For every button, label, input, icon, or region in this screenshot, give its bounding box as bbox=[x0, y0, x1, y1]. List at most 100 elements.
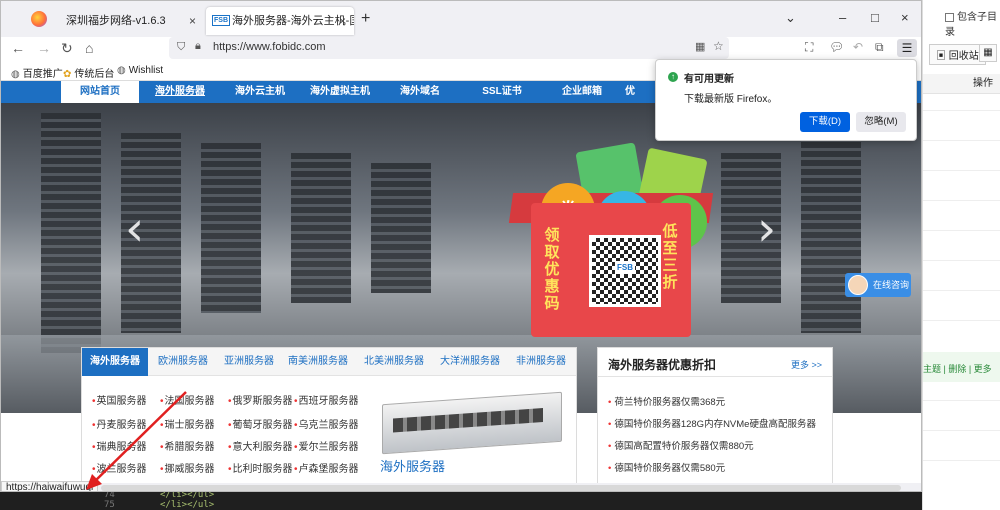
server-link[interactable]: 瑞士服务器 bbox=[160, 416, 215, 431]
tab-bar: 深圳福步网络-v1.6.3 × FSB 海外服务器-海外云主机-国外VPS × … bbox=[1, 1, 921, 37]
app-menu-icon[interactable]: ☰ bbox=[897, 39, 917, 57]
tab-africa-servers[interactable]: 非洲服务器 bbox=[516, 348, 566, 376]
ignore-update-button[interactable]: 忽略(M) bbox=[856, 112, 906, 132]
lock-icon[interactable]: 🔒︎ bbox=[195, 40, 201, 53]
agent-avatar bbox=[848, 275, 868, 295]
prev-slide-arrow-icon[interactable]: ‹ bbox=[125, 201, 144, 257]
server-link[interactable]: 比利时服务器 bbox=[228, 460, 293, 475]
server-link[interactable]: 丹麦服务器 bbox=[92, 416, 147, 431]
nav-domains[interactable]: 海外域名 bbox=[381, 81, 459, 103]
next-slide-arrow-icon[interactable]: › bbox=[757, 201, 776, 257]
nav-ssl[interactable]: SSL证书 bbox=[463, 81, 541, 103]
tab-title: 海外服务器-海外云主机-国外VPS bbox=[232, 15, 354, 27]
recycle-bin-button[interactable]: ▣ 回收站 bbox=[929, 44, 986, 65]
nav-promo[interactable]: 优 bbox=[615, 81, 645, 103]
update-arrow-icon: ↑ bbox=[668, 72, 678, 82]
rack-server-image bbox=[382, 391, 562, 455]
minimize-button[interactable]: – bbox=[839, 10, 846, 25]
server-link[interactable]: 俄罗斯服务器 bbox=[228, 392, 293, 407]
server-rack bbox=[291, 153, 351, 303]
home-icon[interactable]: ⌂ bbox=[85, 40, 93, 56]
horizontal-scrollbar[interactable] bbox=[101, 485, 901, 491]
promo-item[interactable]: 荷兰特价服务器仅需368元 bbox=[608, 394, 725, 408]
row-divider bbox=[923, 110, 1000, 111]
nav-home[interactable]: 网站首页 bbox=[61, 81, 139, 103]
list-tabs-chevron-icon[interactable]: ⌄ bbox=[785, 10, 796, 26]
bookmark-star-icon[interactable]: ☆ bbox=[713, 39, 724, 53]
grid-view-icon[interactable]: ▦ bbox=[979, 44, 997, 62]
server-link[interactable]: 葡萄牙服务器 bbox=[228, 416, 293, 431]
server-region-panel: 海外服务器 欧洲服务器 亚洲服务器 南美洲服务器 北美洲服务器 大洋洲服务器 非… bbox=[81, 347, 577, 487]
row-divider bbox=[923, 460, 1000, 461]
bookmark-wishlist[interactable]: ◍ Wishlist bbox=[117, 65, 163, 76]
line-number: 75 bbox=[104, 500, 115, 510]
promo-item[interactable]: 德国特价服务器仅需580元 bbox=[608, 460, 725, 474]
tab-south-america-servers[interactable]: 南美洲服务器 bbox=[288, 348, 348, 376]
promo-item[interactable]: 德国高配置特价服务器仅需880元 bbox=[608, 438, 753, 452]
nav-overseas-servers[interactable]: 海外服务器 bbox=[141, 81, 219, 103]
server-link[interactable]: 英国服务器 bbox=[92, 392, 147, 407]
tracking-shield-icon[interactable]: ⛉ bbox=[177, 41, 185, 54]
reload-icon[interactable]: ↻ bbox=[61, 40, 73, 57]
tab-shenzhen-fubu[interactable]: 深圳福步网络-v1.6.3 × bbox=[56, 7, 204, 35]
navigation-toolbar: ← → ↻ ⌂ ⛉ 🔒︎ https://www.fobidc.com ▦ ☆ … bbox=[1, 37, 921, 61]
row-divider bbox=[923, 140, 1000, 141]
bookmark-baidu[interactable]: ◍ 百度推广 bbox=[11, 65, 63, 80]
promo-more-link[interactable]: 更多 >> bbox=[791, 358, 822, 371]
server-link[interactable]: 乌克兰服务器 bbox=[294, 416, 359, 431]
link-status-url: https://haiwaifuwuqi bbox=[1, 481, 99, 491]
popup-title: 有可用更新 bbox=[684, 74, 734, 85]
close-tab-icon[interactable]: × bbox=[339, 7, 346, 35]
tab-active-fobidc[interactable]: FSB 海外服务器-海外云主机-国外VPS × bbox=[206, 7, 354, 35]
divider bbox=[598, 376, 832, 377]
include-subdir-checkbox[interactable]: 包含子目录 bbox=[945, 8, 1000, 38]
nav-email[interactable]: 企业邮箱 bbox=[543, 81, 621, 103]
server-link[interactable]: 希腊服务器 bbox=[160, 438, 215, 453]
url-text[interactable]: https://www.fobidc.com bbox=[213, 41, 326, 53]
online-consult-button[interactable]: 在线咨询 bbox=[845, 273, 911, 297]
server-link[interactable]: 波兰服务器 bbox=[92, 460, 147, 475]
nav-cloud-hosts[interactable]: 海外云主机 bbox=[221, 81, 299, 103]
bookmark-legacy-admin[interactable]: ✿ 传统后台 bbox=[63, 65, 114, 80]
tab-oceania-servers[interactable]: 大洋洲服务器 bbox=[440, 348, 500, 376]
close-tab-icon[interactable]: × bbox=[189, 7, 196, 35]
server-rack bbox=[801, 133, 861, 333]
tab-asia-servers[interactable]: 亚洲服务器 bbox=[224, 348, 274, 376]
download-update-button[interactable]: 下载(D) bbox=[800, 112, 850, 132]
address-bar[interactable]: ⛉ 🔒︎ https://www.fobidc.com ▦ ☆ bbox=[169, 37, 729, 59]
back-arrow-icon[interactable]: ← bbox=[11, 40, 25, 56]
server-link[interactable]: 法国服务器 bbox=[160, 392, 215, 407]
forward-arrow-icon[interactable]: → bbox=[37, 40, 51, 56]
row-divider bbox=[923, 200, 1000, 201]
close-window-button[interactable]: × bbox=[901, 10, 909, 25]
server-section-title[interactable]: 海外服务器 bbox=[380, 456, 445, 475]
row-action-links[interactable]: 主题 | 删除 | 更多 bbox=[923, 362, 992, 375]
extensions-icon[interactable]: ⧉ bbox=[875, 40, 884, 55]
server-link[interactable]: 爱尔兰服务器 bbox=[294, 438, 359, 453]
tab-europe-servers[interactable]: 欧洲服务器 bbox=[158, 348, 208, 376]
firefox-view-icon[interactable] bbox=[31, 11, 47, 27]
server-link[interactable]: 西班牙服务器 bbox=[294, 392, 359, 407]
new-tab-button[interactable]: + bbox=[361, 10, 370, 28]
promo-panel: 海外服务器优惠折扣 更多 >> 荷兰特价服务器仅需368元 德国特价服务器128… bbox=[597, 347, 833, 487]
paw-icon: ✿ bbox=[63, 69, 72, 80]
nav-virtual-hosts[interactable]: 海外虚拟主机 bbox=[301, 81, 379, 103]
row-divider bbox=[923, 400, 1000, 401]
crop-icon[interactable]: ⛶ bbox=[805, 40, 813, 55]
column-header-actions: 操作 bbox=[923, 74, 1000, 94]
server-link[interactable]: 意大利服务器 bbox=[228, 438, 293, 453]
tab-overseas-servers[interactable]: 海外服务器 bbox=[82, 348, 148, 376]
promo-item[interactable]: 德国特价服务器128G内存NVMe硬盘高配服务器 bbox=[608, 416, 816, 430]
server-link[interactable]: 卢森堡服务器 bbox=[294, 460, 359, 475]
qr-code-icon[interactable]: ▦ bbox=[695, 40, 705, 53]
comment-icon[interactable]: 💬︎ bbox=[829, 40, 844, 54]
region-tabs: 海外服务器 欧洲服务器 亚洲服务器 南美洲服务器 北美洲服务器 大洋洲服务器 非… bbox=[82, 348, 576, 376]
maximize-button[interactable]: □ bbox=[871, 10, 879, 25]
tab-title: 深圳福步网络-v1.6.3 bbox=[66, 15, 166, 27]
server-link[interactable]: 挪威服务器 bbox=[160, 460, 215, 475]
undo-icon[interactable]: ↶ bbox=[853, 40, 863, 54]
server-rack bbox=[41, 113, 101, 353]
server-link[interactable]: 瑞典服务器 bbox=[92, 438, 147, 453]
tab-north-america-servers[interactable]: 北美洲服务器 bbox=[364, 348, 424, 376]
promo-title: 海外服务器优惠折扣 bbox=[608, 358, 717, 372]
